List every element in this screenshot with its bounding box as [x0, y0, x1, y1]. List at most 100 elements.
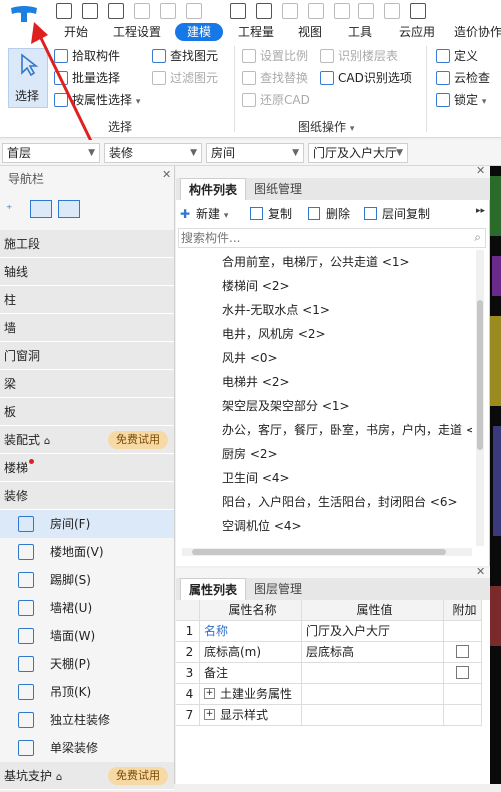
expand-icon[interactable]: ⁺: [6, 202, 20, 216]
detail-view-icon[interactable]: [58, 200, 80, 218]
horizontal-scrollbar[interactable]: [182, 548, 472, 556]
scroll-thumb[interactable]: [477, 300, 483, 450]
more-icon[interactable]: ▸▸: [476, 206, 485, 216]
tab-view[interactable]: 视图: [292, 23, 328, 41]
nav-cat-slab[interactable]: 板: [0, 398, 174, 426]
identify-floor-table-button[interactable]: 识别楼层表: [320, 46, 398, 66]
nav-cat-decoration[interactable]: 装修: [0, 482, 174, 510]
nav-item-dado[interactable]: 墙裙(U): [0, 594, 174, 622]
batch-select-button[interactable]: 批量选择: [54, 68, 120, 88]
save-icon[interactable]: [134, 3, 150, 19]
move-icon[interactable]: [308, 3, 324, 19]
new-file-icon[interactable]: [82, 3, 98, 19]
tab-quantity[interactable]: 工程量: [234, 23, 278, 41]
close-icon[interactable]: ✕: [476, 164, 485, 177]
up-icon[interactable]: [56, 3, 72, 19]
nav-cat-door-window[interactable]: 门窗洞: [0, 342, 174, 370]
filter-element-button[interactable]: 过滤图元: [152, 68, 218, 88]
cloud-check-button[interactable]: 云检查: [436, 68, 490, 88]
find-replace-button[interactable]: 查找替换: [242, 68, 308, 88]
nav-item-room[interactable]: 房间(F): [0, 510, 174, 538]
define-button[interactable]: 定义: [436, 46, 478, 66]
search-icon[interactable]: ⌕: [474, 230, 481, 245]
nav-cat-prefab[interactable]: 装配式 ⌂ 免费试用: [0, 426, 174, 454]
by-attribute-select-button[interactable]: 按属性选择 ▾: [54, 90, 140, 110]
lock-button[interactable]: 锁定 ▾: [436, 90, 486, 110]
search-box[interactable]: ⌕: [178, 228, 486, 248]
tab-start[interactable]: 开始: [56, 23, 96, 41]
prop-group[interactable]: + 土建业务属性: [200, 684, 302, 705]
nav-cat-axis[interactable]: 轴线: [0, 258, 174, 286]
ruler-icon[interactable]: [358, 3, 374, 19]
nav-item-ceiling[interactable]: 天棚(P): [0, 650, 174, 678]
nav-cat-construction[interactable]: 施工段: [0, 230, 174, 258]
nav-cat-wall[interactable]: 墙: [0, 314, 174, 342]
new-button[interactable]: ✚ 新建 ▾: [180, 204, 228, 224]
free-trial-badge[interactable]: 免费试用: [108, 767, 168, 785]
prop-value[interactable]: [302, 663, 444, 684]
attach-checkbox[interactable]: [456, 645, 469, 658]
search-input[interactable]: [179, 229, 459, 247]
nav-item-beam-decoration[interactable]: 单梁装修: [0, 734, 174, 762]
prop-group[interactable]: + 显示样式: [200, 705, 302, 726]
tab-drawing-management[interactable]: 图纸管理: [246, 178, 311, 200]
nav-item-column-decoration[interactable]: 独立柱装修: [0, 706, 174, 734]
component-dropdown[interactable]: 门厅及入户大厅 ▼: [308, 143, 408, 163]
redo-icon[interactable]: [186, 3, 202, 19]
copy-button[interactable]: 复制: [250, 204, 292, 224]
drawing-canvas[interactable]: [490, 166, 501, 784]
nav-item-skirting[interactable]: 踢脚(S): [0, 566, 174, 594]
open-folder-icon[interactable]: [108, 3, 124, 19]
prop-value[interactable]: 门厅及入户大厅: [302, 621, 444, 642]
list-item[interactable]: 阳台，入户阳台，生活阳台，封闭阳台 <6>: [222, 490, 458, 514]
list-item[interactable]: 架空层及架空部分 <1>: [222, 394, 350, 418]
cad-identify-options-button[interactable]: CAD识别选项: [320, 68, 412, 88]
cut-icon[interactable]: [384, 3, 400, 19]
prop-value[interactable]: 层底标高: [302, 642, 444, 663]
floor-dropdown[interactable]: 首层 ▼: [2, 143, 100, 163]
scroll-thumb[interactable]: [192, 549, 446, 555]
close-icon[interactable]: ✕: [476, 565, 485, 578]
nav-cat-column[interactable]: 柱: [0, 286, 174, 314]
list-item[interactable]: 卫生间 <4>: [222, 466, 290, 490]
expand-plus-icon[interactable]: +: [204, 688, 215, 699]
find-element-button[interactable]: 查找图元: [152, 46, 218, 66]
attach-checkbox[interactable]: [456, 666, 469, 679]
nav-item-wall-surface[interactable]: 墙面(W): [0, 622, 174, 650]
list-item[interactable]: 空调机位 <4>: [222, 514, 302, 538]
nav-cat-foundation-pit[interactable]: 基坑支护 ⌂ 免费试用: [0, 762, 174, 790]
expand-plus-icon[interactable]: +: [204, 709, 215, 720]
delete-button[interactable]: 删除: [308, 204, 350, 224]
type-dropdown[interactable]: 房间 ▼: [206, 143, 304, 163]
close-icon[interactable]: ✕: [162, 168, 171, 181]
list-item[interactable]: 电井，风机房 <2>: [222, 322, 326, 346]
free-trial-badge[interactable]: 免费试用: [108, 431, 168, 449]
vertical-scrollbar[interactable]: [476, 250, 484, 546]
tab-cost-collab[interactable]: 造价协作: [454, 23, 501, 41]
tab-project-settings[interactable]: 工程设置: [108, 23, 166, 41]
wall-icon[interactable]: [410, 3, 426, 19]
list-item[interactable]: 风井 <0>: [222, 346, 278, 370]
nav-item-suspended-ceiling[interactable]: 吊顶(K): [0, 678, 174, 706]
sum-icon[interactable]: [230, 3, 246, 19]
restore-cad-button[interactable]: 还原CAD: [242, 90, 310, 110]
list-item[interactable]: 办公，客厅，餐厅，卧室，书房，户内，走道 <: [222, 418, 472, 442]
tab-cloud-app[interactable]: 云应用: [394, 23, 440, 41]
set-scale-button[interactable]: 设置比例: [242, 46, 308, 66]
list-item[interactable]: 水井-无取水点 <1>: [222, 298, 330, 322]
tab-tools[interactable]: 工具: [342, 23, 378, 41]
nav-cat-stairs[interactable]: 楼梯: [0, 454, 174, 482]
category-dropdown[interactable]: 装修 ▼: [104, 143, 202, 163]
copy-icon[interactable]: [282, 3, 298, 19]
nav-cat-beam[interactable]: 梁: [0, 370, 174, 398]
floor-copy-button[interactable]: 层间复制: [364, 204, 430, 224]
nav-item-floor-surface[interactable]: 楼地面(V): [0, 538, 174, 566]
tab-component-list[interactable]: 构件列表: [180, 178, 247, 200]
tab-layer-management[interactable]: 图层管理: [246, 578, 311, 600]
list-item[interactable]: 电梯井 <2>: [222, 370, 290, 394]
tab-modeling[interactable]: 建模: [175, 23, 223, 41]
list-item[interactable]: 合用前室，电梯厅，公共走道 <1>: [222, 250, 410, 274]
list-item[interactable]: 楼梯间 <2>: [222, 274, 290, 298]
undo-icon[interactable]: [160, 3, 176, 19]
grid-icon[interactable]: [256, 3, 272, 19]
